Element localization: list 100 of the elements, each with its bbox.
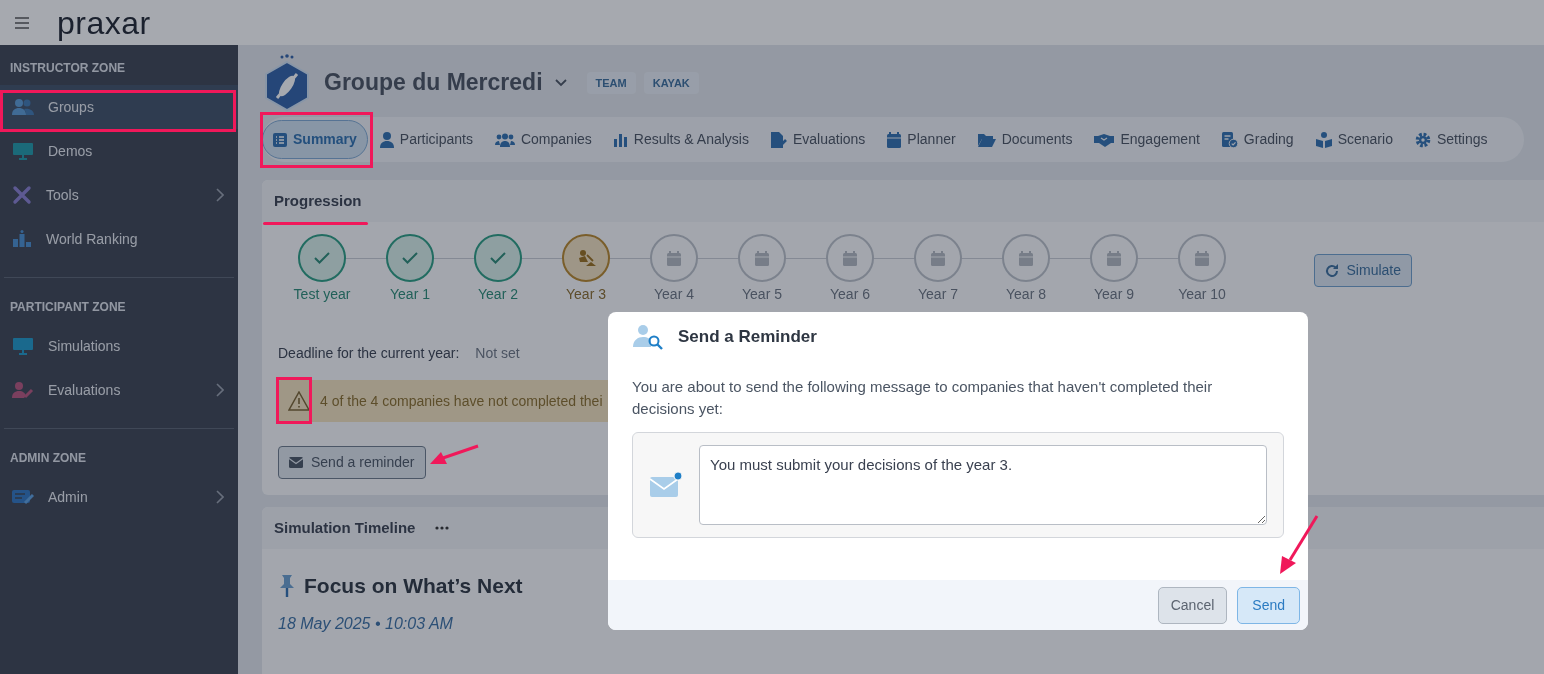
step-label: Year 1: [390, 285, 430, 304]
item-label: World Ranking: [46, 229, 138, 249]
calendar-icon: [667, 250, 681, 266]
tab[interactable]: Evaluations: [760, 120, 876, 159]
file-pen-icon: [770, 131, 787, 148]
check-icon: [490, 252, 506, 264]
step-label: Year 3: [566, 285, 606, 304]
check-icon: [402, 252, 418, 264]
file-check-icon: [1221, 131, 1238, 148]
step-circle[interactable]: [914, 234, 962, 282]
calendar-icon: [1195, 250, 1209, 266]
kayak-logo-icon: [262, 54, 312, 112]
step-circle[interactable]: [738, 234, 786, 282]
sidebar-item[interactable]: Tools: [0, 173, 238, 217]
item-label: Demos: [48, 141, 93, 161]
calendar-icon: [887, 131, 902, 148]
send-reminder-button[interactable]: Send a reminder: [278, 446, 426, 479]
step-circle[interactable]: [1090, 234, 1138, 282]
item-label: Groups: [48, 97, 94, 117]
edit-list-icon: [12, 489, 34, 505]
check-icon: [314, 252, 330, 264]
step-circle[interactable]: [1002, 234, 1050, 282]
menu-icon[interactable]: [15, 16, 29, 29]
dialog-text: You are about to send the following message to companies that haven't completed their decisions yet:: [631, 377, 1214, 419]
tab[interactable]: Summary: [262, 120, 368, 159]
step-label: Year 8: [1006, 285, 1046, 304]
step-circle[interactable]: [562, 234, 610, 282]
simulate-button[interactable]: Simulate: [1313, 254, 1412, 287]
logo[interactable]: praxar: [57, 6, 151, 39]
highlight-frame: [276, 377, 312, 424]
send-button[interactable]: Send: [1237, 586, 1300, 624]
sidebar-item[interactable]: Groups: [0, 85, 238, 129]
step-circle[interactable]: [826, 234, 874, 282]
pin-icon: [278, 573, 296, 598]
step-label: Year 7: [918, 285, 958, 304]
calendar-icon: [1019, 250, 1033, 266]
step-label: Year 9: [1094, 285, 1134, 304]
section-title: PARTICIPANT ZONE: [9, 299, 127, 316]
step-label: Year 10: [1178, 285, 1226, 304]
sidebar-item[interactable]: Admin: [0, 475, 238, 519]
user-pen-icon: [12, 381, 34, 399]
chevron-down-icon[interactable]: [554, 79, 567, 87]
step-label: Test year: [293, 285, 351, 304]
calendar-icon: [843, 250, 857, 266]
tab[interactable]: Settings: [1404, 120, 1498, 159]
step-label: Year 4: [654, 285, 694, 304]
sidebar-item[interactable]: Demos: [0, 129, 238, 173]
tab[interactable]: Results & Analysis: [603, 120, 759, 159]
item-label: Simulations: [48, 336, 121, 356]
person-icon: [379, 131, 394, 148]
sidebar-item[interactable]: Evaluations: [0, 368, 238, 412]
envelope-icon: [649, 470, 683, 499]
tab[interactable]: Scenario: [1305, 120, 1403, 159]
calendar-icon: [1107, 250, 1121, 266]
list-icon: [273, 132, 287, 147]
step-circle[interactable]: [1178, 234, 1226, 282]
step-label: Year 5: [742, 285, 782, 304]
step-label: Year 2: [478, 285, 518, 304]
user-search-icon: [632, 324, 664, 350]
item-label: Evaluations: [48, 380, 121, 400]
warning-icon: [288, 391, 310, 411]
monitor-icon: [12, 142, 34, 160]
deadline-value: Not set: [475, 344, 520, 363]
step-circle[interactable]: [474, 234, 522, 282]
item-label: Admin: [48, 487, 88, 507]
tag: TEAM: [586, 71, 636, 95]
alert-text: 4 of the 4 companies have not completed thei: [320, 391, 603, 411]
folder-icon: [977, 132, 996, 147]
card-title: Simulation Timeline: [274, 517, 416, 538]
bar-chart-icon: [613, 132, 628, 147]
people-icon: [12, 98, 34, 116]
message-field[interactable]: You must submit your decisions of the year 3.: [699, 444, 1267, 525]
book-person-icon: [1315, 131, 1332, 148]
tab[interactable]: Companies: [484, 120, 602, 159]
worker-icon: [576, 249, 596, 267]
dialog-title: Send a Reminder: [678, 326, 817, 348]
sidebar-item[interactable]: World Ranking: [0, 217, 238, 261]
step-circle[interactable]: [650, 234, 698, 282]
card-title: Progression: [274, 190, 362, 211]
section-title: INSTRUCTOR ZONE: [9, 60, 127, 77]
more-icon[interactable]: [435, 526, 450, 530]
tab[interactable]: Planner: [877, 120, 966, 159]
tab[interactable]: Grading: [1211, 120, 1304, 159]
sidebar-item[interactable]: Simulations: [0, 324, 238, 368]
tab[interactable]: Participants: [369, 120, 483, 159]
step-circle[interactable]: [298, 234, 346, 282]
deadline-label: Deadline for the current year:: [278, 344, 460, 363]
tab[interactable]: Documents: [967, 120, 1083, 159]
step-label: Year 6: [830, 285, 870, 304]
tab[interactable]: Engagement: [1084, 120, 1210, 159]
item-label: Tools: [46, 185, 79, 205]
settings-icon: [1414, 131, 1431, 148]
refresh-icon: [1324, 263, 1339, 278]
ranking-icon: [12, 230, 32, 248]
calendar-icon: [755, 250, 769, 266]
section-title: ADMIN ZONE: [9, 450, 87, 467]
monitor-icon: [12, 337, 34, 355]
step-circle[interactable]: [386, 234, 434, 282]
people-icon: [494, 132, 515, 147]
cancel-button[interactable]: Cancel: [1157, 586, 1228, 624]
